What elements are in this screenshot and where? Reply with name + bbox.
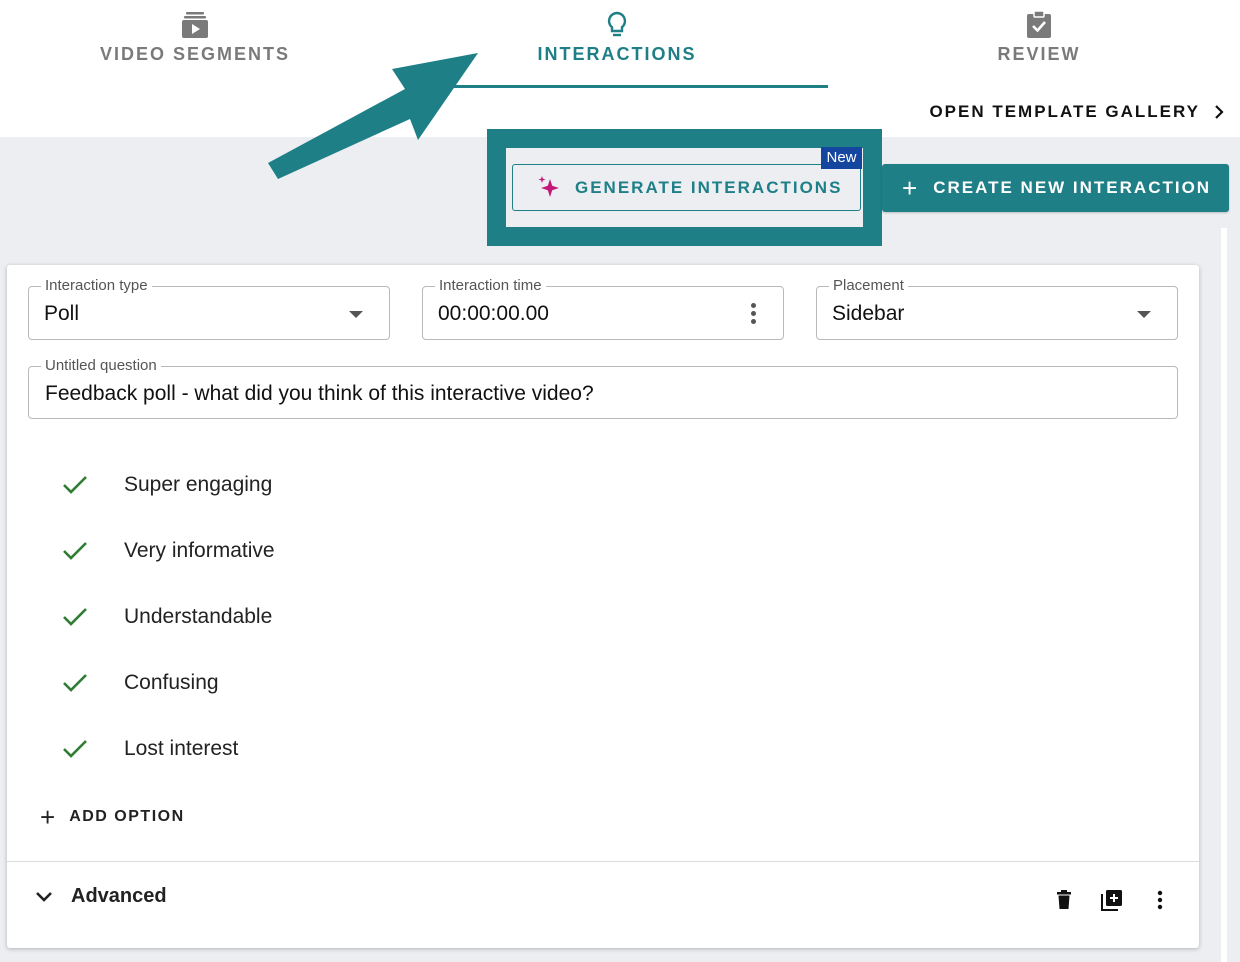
- divider: [7, 861, 1199, 862]
- check-icon[interactable]: [62, 672, 88, 694]
- delete-button[interactable]: [1051, 887, 1077, 913]
- check-icon[interactable]: [62, 474, 88, 496]
- generate-label: GENERATE INTERACTIONS: [575, 177, 843, 197]
- create-label: CREATE NEW INTERACTION: [933, 178, 1212, 197]
- trash-icon: [1057, 890, 1071, 909]
- duplicate-button[interactable]: [1099, 887, 1125, 913]
- tab-review[interactable]: REVIEW: [909, 0, 1169, 65]
- scrollbar[interactable]: [1221, 228, 1227, 962]
- plus-icon: +: [902, 173, 918, 203]
- poll-option[interactable]: Very informative: [62, 531, 662, 571]
- annotation-arrow-icon: [268, 53, 478, 179]
- field-label: Untitled question: [41, 357, 161, 374]
- more-options-button[interactable]: [1147, 887, 1173, 913]
- add-option-button[interactable]: + ADD OPTION: [40, 804, 185, 830]
- placement-select[interactable]: Placement Sidebar: [816, 277, 1178, 340]
- sparkle-icon: [538, 175, 559, 197]
- clipboard-check-icon: [1027, 10, 1051, 38]
- check-icon[interactable]: [62, 738, 88, 760]
- create-new-interaction-button[interactable]: + CREATE NEW INTERACTION: [882, 164, 1229, 212]
- option-label: Understandable: [124, 605, 273, 628]
- new-badge: New: [821, 147, 862, 169]
- interaction-type-select[interactable]: Interaction type Poll: [28, 277, 390, 340]
- option-label: Lost interest: [124, 737, 239, 760]
- gallery-link-label: OPEN TEMPLATE GALLERY: [929, 102, 1200, 121]
- dropdown-caret-icon: [1137, 311, 1151, 318]
- poll-option[interactable]: Lost interest: [62, 729, 662, 769]
- chevron-right-icon: [1215, 105, 1224, 119]
- more-vertical-icon[interactable]: [751, 303, 757, 327]
- field-value: Poll: [44, 302, 80, 325]
- option-label: Confusing: [124, 671, 219, 694]
- poll-option[interactable]: Super engaging: [62, 465, 662, 505]
- option-label: Very informative: [124, 539, 275, 562]
- field-label: Placement: [829, 277, 908, 294]
- tab-label: REVIEW: [997, 44, 1081, 64]
- field-label: Interaction time: [435, 277, 546, 294]
- option-label: Super engaging: [124, 473, 273, 496]
- add-copy-icon: [1101, 890, 1122, 911]
- advanced-toggle[interactable]: Advanced: [35, 885, 167, 908]
- chevron-down-icon: [36, 891, 52, 902]
- poll-option[interactable]: Confusing: [62, 663, 662, 703]
- plus-icon: +: [40, 802, 56, 832]
- question-input[interactable]: Untitled question Feedback poll - what d…: [28, 357, 1178, 419]
- open-template-gallery-link[interactable]: OPEN TEMPLATE GALLERY: [929, 102, 1224, 122]
- interaction-card: Interaction type Poll Interaction time 0…: [7, 265, 1199, 948]
- check-icon[interactable]: [62, 540, 88, 562]
- lightbulb-icon: [607, 11, 627, 37]
- field-value: Sidebar: [832, 302, 905, 325]
- poll-option[interactable]: Understandable: [62, 597, 662, 637]
- card-actions: [1051, 887, 1173, 913]
- interaction-time-field[interactable]: Interaction time 00:00:00.00: [422, 277, 784, 340]
- generate-interactions-button[interactable]: GENERATE INTERACTIONS: [512, 164, 861, 211]
- field-label: Interaction type: [41, 277, 152, 294]
- tab-bar: VIDEO SEGMENTS INTERACTIONS REVIEW OPEN …: [0, 0, 1240, 137]
- field-value: 00:00:00.00: [438, 302, 549, 325]
- advanced-label: Advanced: [71, 885, 167, 907]
- field-value: Feedback poll - what did you think of th…: [45, 382, 594, 405]
- add-option-label: ADD OPTION: [69, 808, 185, 825]
- dropdown-caret-icon: [349, 311, 363, 318]
- check-icon[interactable]: [62, 606, 88, 628]
- video-segments-icon: [182, 12, 208, 38]
- more-vertical-icon: [1157, 890, 1163, 910]
- tab-label: INTERACTIONS: [537, 44, 697, 64]
- tab-interactions[interactable]: INTERACTIONS: [487, 0, 747, 65]
